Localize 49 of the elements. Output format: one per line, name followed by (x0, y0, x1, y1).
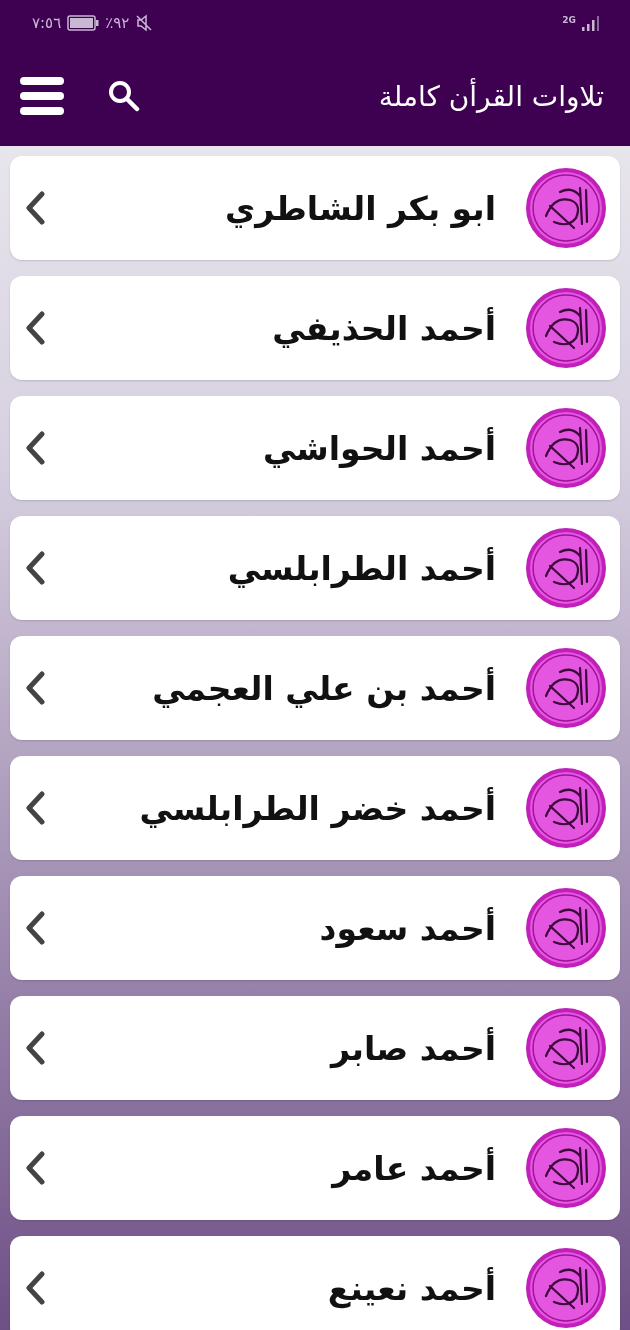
reciter-name: أحمد صابر (331, 1028, 496, 1068)
signal-icon (582, 15, 600, 31)
chevron-icon (24, 191, 46, 225)
emblem-icon (524, 1246, 608, 1330)
reciter-item[interactable]: أحمد صابر (10, 996, 620, 1100)
muted-speaker-icon (135, 14, 154, 32)
reciter-item[interactable]: أحمد الحذيفي (10, 276, 620, 380)
search-button[interactable] (108, 80, 140, 112)
reciter-item[interactable]: أحمد سعود (10, 876, 620, 980)
reciter-name: أحمد خضر الطرابلسي (139, 788, 496, 828)
chevron-icon (24, 1031, 46, 1065)
reciter-name: أحمد سعود (319, 908, 496, 948)
reciter-item[interactable]: أحمد خضر الطرابلسي (10, 756, 620, 860)
reciter-name: أحمد الحذيفي (272, 308, 496, 348)
clock-time: ٧:٥٦ (32, 14, 62, 32)
reciter-name: أحمد الحواشي (262, 428, 496, 468)
chevron-icon (24, 551, 46, 585)
chevron-icon (24, 1271, 46, 1305)
reciter-item[interactable]: أحمد الحواشي (10, 396, 620, 500)
emblem-icon (524, 406, 608, 490)
emblem-icon (524, 286, 608, 370)
emblem-icon (524, 1126, 608, 1210)
reciter-name: أحمد عامر (332, 1148, 496, 1188)
emblem-icon (524, 526, 608, 610)
chevron-icon (24, 431, 46, 465)
reciter-item[interactable]: أحمد نعينع (10, 1236, 620, 1330)
reciter-name: أحمد نعينع (327, 1268, 496, 1308)
chevron-icon (24, 791, 46, 825)
reciter-item[interactable]: أحمد الطرابلسي (10, 516, 620, 620)
battery-icon (67, 15, 100, 31)
network-type: 2G (562, 15, 576, 25)
reciter-name: أحمد بن علي العجمي (152, 668, 496, 708)
emblem-icon (524, 1006, 608, 1090)
reciter-item[interactable]: أحمد بن علي العجمي (10, 636, 620, 740)
emblem-icon (524, 886, 608, 970)
chevron-icon (24, 1151, 46, 1185)
emblem-icon (524, 766, 608, 850)
battery-percent: ٪٩٢ (105, 14, 130, 32)
reciter-item[interactable]: ابو بكر الشاطري (10, 156, 620, 260)
emblem-icon (524, 646, 608, 730)
reciter-item[interactable]: أحمد عامر (10, 1116, 620, 1220)
chevron-icon (24, 911, 46, 945)
emblem-icon (524, 166, 608, 250)
chevron-icon (24, 311, 46, 345)
reciter-name: ابو بكر الشاطري (225, 188, 496, 228)
chevron-icon (24, 671, 46, 705)
menu-button[interactable] (20, 77, 64, 115)
app-title: تلاوات القرأن كاملة (378, 79, 604, 113)
reciter-name: أحمد الطرابلسي (227, 548, 496, 588)
